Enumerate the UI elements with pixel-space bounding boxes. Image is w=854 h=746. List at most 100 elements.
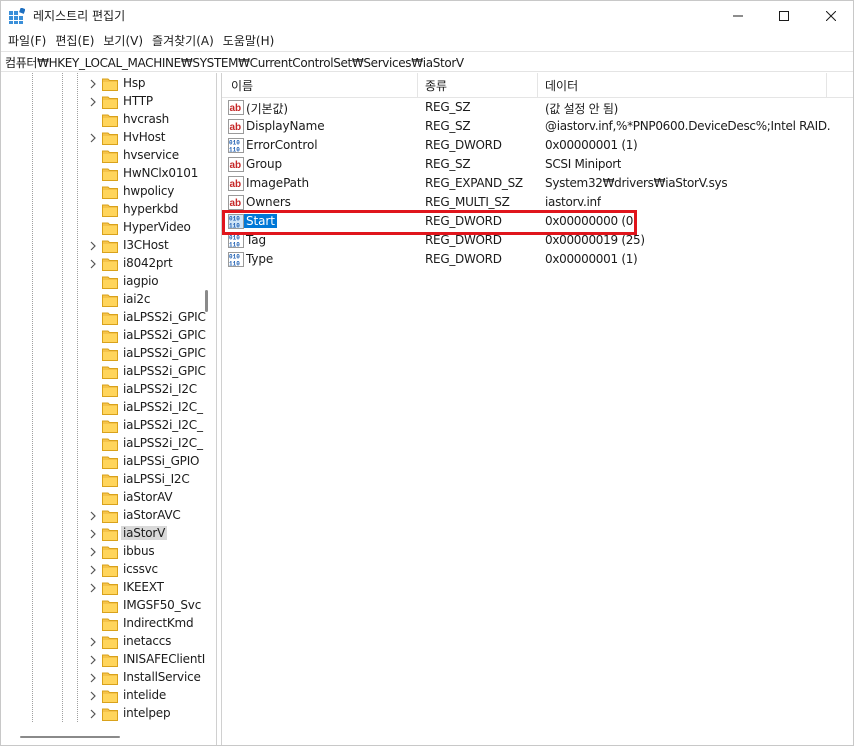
tree-item[interactable]: iai2c: [88, 291, 216, 309]
tree-item[interactable]: InstallService: [88, 669, 216, 687]
menu-view[interactable]: 보기(V): [99, 31, 147, 51]
tree-item[interactable]: intelpep: [88, 705, 216, 723]
tree-item-label: iaLPSS2i_GPIC: [123, 328, 206, 342]
tree-item-label: intelide: [123, 688, 167, 702]
chevron-right-icon[interactable]: [88, 673, 98, 683]
list-header: 이름 종류 데이터: [222, 73, 854, 98]
tree-item[interactable]: ibbus: [88, 543, 216, 561]
tree-item[interactable]: HvHost: [88, 129, 216, 147]
tree-item[interactable]: iaStorV: [88, 525, 216, 543]
tree-item[interactable]: icssvc: [88, 561, 216, 579]
menu-favorites[interactable]: 즐겨찾기(A): [148, 31, 218, 51]
value-row[interactable]: 010 110 Start REG_DWORD 0x00000000 (0): [222, 212, 854, 231]
string-value-icon: ab: [228, 157, 244, 172]
tree-item[interactable]: inetaccs: [88, 633, 216, 651]
column-separator[interactable]: [417, 73, 418, 98]
tree-item[interactable]: IMGSF50_Svc: [88, 597, 216, 615]
tree-item[interactable]: i8042prt: [88, 255, 216, 273]
address-bar[interactable]: 컴퓨터₩HKEY_LOCAL_MACHINE₩SYSTEM₩CurrentCon…: [0, 51, 854, 72]
chevron-right-icon[interactable]: [88, 259, 98, 269]
tree-vertical-scrollbar[interactable]: [205, 290, 208, 312]
value-row[interactable]: ab Owners REG_MULTI_SZ iastorv.inf: [222, 193, 854, 212]
menu-file[interactable]: 파일(F): [4, 31, 50, 51]
tree-item[interactable]: iaLPSS2i_GPIC: [88, 327, 216, 345]
tree-item[interactable]: iaStorAVC: [88, 507, 216, 525]
column-header-type[interactable]: 종류: [425, 77, 447, 94]
menu-help[interactable]: 도움말(H): [219, 31, 279, 51]
value-name: Group: [246, 157, 283, 171]
folder-icon: [102, 654, 118, 667]
column-header-data[interactable]: 데이터: [545, 77, 578, 94]
folder-icon: [102, 582, 118, 595]
chevron-right-icon[interactable]: [88, 709, 98, 719]
value-row[interactable]: ab DisplayName REG_SZ @iastorv.inf,%*PNP060…: [222, 117, 854, 136]
chevron-right-icon[interactable]: [88, 79, 98, 89]
value-data: 0x00000001 (1): [545, 138, 638, 152]
tree-item-label: i8042prt: [123, 256, 173, 270]
chevron-right-icon[interactable]: [88, 637, 98, 647]
tree-item[interactable]: hvcrash: [88, 111, 216, 129]
tree-item[interactable]: hyperkbd: [88, 201, 216, 219]
value-row[interactable]: 010 110 Tag REG_DWORD 0x00000019 (25): [222, 231, 854, 250]
tree-item[interactable]: iaLPSSi_GPIO: [88, 453, 216, 471]
tree-item[interactable]: Hsp: [88, 75, 216, 93]
tree-horizontal-scroll-thumb[interactable]: [20, 736, 120, 738]
value-row[interactable]: ab Group REG_SZ SCSI Miniport: [222, 155, 854, 174]
svg-text:ab: ab: [230, 122, 242, 133]
chevron-right-icon[interactable]: [88, 97, 98, 107]
tree-item[interactable]: iaLPSS2i_I2C_: [88, 399, 216, 417]
tree-item-label: IMGSF50_Svc: [123, 598, 202, 612]
tree-item[interactable]: hvservice: [88, 147, 216, 165]
tree-guide-line: [77, 73, 78, 722]
tree-item[interactable]: IndirectKmd: [88, 615, 216, 633]
key-tree-pane[interactable]: Hsp HTTP hvcrash HvHost hvservice HwNClx0101 h…: [0, 73, 217, 746]
tree-horizontal-scrollbar[interactable]: [0, 729, 216, 745]
chevron-right-icon[interactable]: [88, 133, 98, 143]
tree-item[interactable]: INISAFEClientI: [88, 651, 216, 669]
close-button[interactable]: [808, 0, 854, 31]
value-row[interactable]: 010 110 Type REG_DWORD 0x00000001 (1): [222, 250, 854, 269]
chevron-right-icon[interactable]: [88, 529, 98, 539]
tree-item[interactable]: iaLPSS2i_GPIC: [88, 309, 216, 327]
menu-edit[interactable]: 편집(E): [51, 31, 98, 51]
value-row[interactable]: ab ImagePath REG_EXPAND_SZ System32₩drivers…: [222, 174, 854, 193]
tree-item[interactable]: HyperVideo: [88, 219, 216, 237]
value-data: 0x00000000 (0): [545, 214, 638, 228]
tree-item[interactable]: HTTP: [88, 93, 216, 111]
folder-icon: [102, 240, 118, 253]
chevron-right-icon[interactable]: [88, 241, 98, 251]
tree-item[interactable]: iagpio: [88, 273, 216, 291]
column-separator[interactable]: [826, 73, 827, 98]
tree-item[interactable]: iaLPSS2i_I2C_: [88, 417, 216, 435]
tree-item[interactable]: iaStorAV: [88, 489, 216, 507]
tree-item[interactable]: iaLPSS2i_I2C_: [88, 435, 216, 453]
tree-item[interactable]: intelide: [88, 687, 216, 705]
chevron-right-icon[interactable]: [88, 655, 98, 665]
value-type: REG_DWORD: [425, 214, 502, 228]
tree-item[interactable]: iaLPSS2i_I2C: [88, 381, 216, 399]
value-row[interactable]: ab (기본값) REG_SZ (값 설정 안 됨): [222, 98, 854, 117]
value-row[interactable]: 010 110 ErrorControl REG_DWORD 0x00000001 (1…: [222, 136, 854, 155]
tree-item[interactable]: iaLPSSi_I2C: [88, 471, 216, 489]
tree-item[interactable]: iaLPSS2i_GPIC: [88, 345, 216, 363]
column-header-name[interactable]: 이름: [231, 77, 253, 94]
chevron-right-icon[interactable]: [88, 691, 98, 701]
address-path[interactable]: 컴퓨터₩HKEY_LOCAL_MACHINE₩SYSTEM₩CurrentCon…: [5, 54, 464, 71]
value-list-pane[interactable]: 이름 종류 데이터 ab (기본값) REG_SZ (값 설정 안 됨) ab Displ…: [221, 73, 854, 746]
chevron-right-icon[interactable]: [88, 583, 98, 593]
tree-item-label: HyperVideo: [123, 220, 191, 234]
chevron-right-icon[interactable]: [88, 511, 98, 521]
maximize-button[interactable]: [761, 0, 807, 31]
folder-icon: [102, 420, 118, 433]
minimize-button[interactable]: [715, 0, 761, 31]
chevron-right-icon[interactable]: [88, 547, 98, 557]
tree-item[interactable]: IKEEXT: [88, 579, 216, 597]
tree-item-label: hwpolicy: [123, 184, 175, 198]
tree-item[interactable]: hwpolicy: [88, 183, 216, 201]
tree-item[interactable]: I3CHost: [88, 237, 216, 255]
tree-item[interactable]: HwNClx0101: [88, 165, 216, 183]
chevron-right-icon[interactable]: [88, 565, 98, 575]
tree-item-label: hvcrash: [123, 112, 170, 126]
tree-item[interactable]: iaLPSS2i_GPIC: [88, 363, 216, 381]
column-separator[interactable]: [537, 73, 538, 98]
